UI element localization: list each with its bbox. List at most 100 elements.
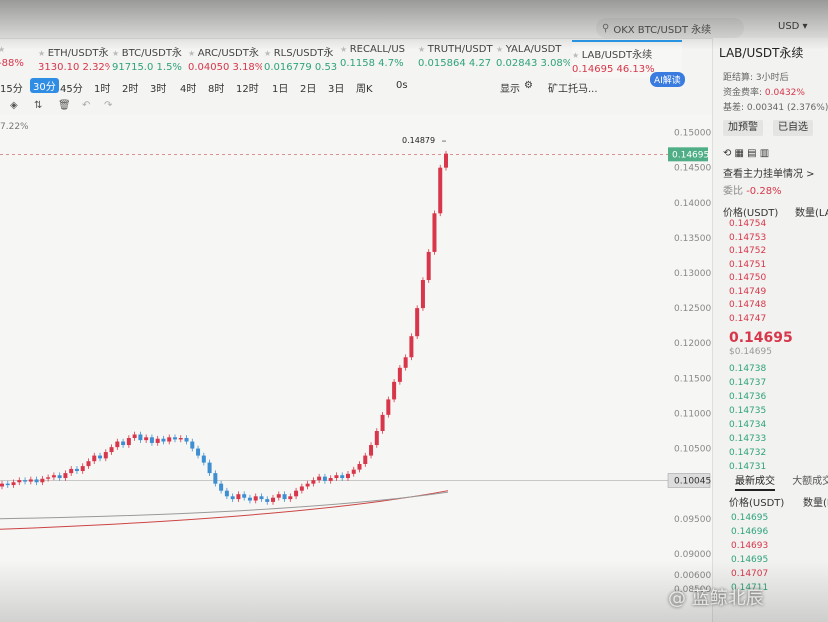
candle-body [380, 414, 385, 431]
redo-icon[interactable]: ↷ [104, 100, 112, 111]
ask-price[interactable]: 0.14750 [729, 273, 766, 283]
depth-link[interactable]: 查看主力挂单情况 > [723, 165, 815, 180]
trades-col-qty: 数量(L [803, 498, 828, 509]
tool-row: ◈ ⇅ 🗑 ↶ ↷ [0, 96, 700, 116]
candle-body [438, 167, 443, 214]
timeframe-option[interactable]: 3时 [150, 80, 166, 95]
ask-price[interactable]: 0.14747 [729, 314, 766, 324]
candle-body [328, 478, 333, 481]
timeframe-option[interactable]: 3日 [328, 80, 344, 95]
layout-icons[interactable]: ⟲ ▦ ▤ ▥ [723, 148, 769, 159]
timeframe-option[interactable]: 12时 [236, 80, 259, 95]
currency-selector[interactable]: USD ▾ [778, 21, 808, 32]
y-tick-label: 0.09000 [674, 550, 711, 560]
bid-price[interactable]: 0.14735 [729, 406, 766, 416]
tab-large-trades[interactable]: 大额成交 [792, 476, 828, 487]
ask-price[interactable]: 0.14748 [729, 300, 766, 310]
candle-body [201, 455, 206, 463]
candle-body [219, 483, 224, 491]
y-tick-label: 0.11500 [674, 374, 711, 384]
candle-body [63, 473, 68, 479]
timeframe-option[interactable]: 0s [396, 80, 408, 91]
bid-price[interactable]: 0.14732 [729, 448, 766, 458]
candle-body [178, 438, 183, 440]
timeframe-option[interactable]: 周K [356, 80, 373, 95]
funding-rate: 资金费率: 0.0432% [723, 88, 805, 98]
settings-icon[interactable]: ⚙ [524, 80, 533, 91]
bid-price[interactable]: 0.14737 [729, 378, 766, 388]
tab-latest-trades[interactable]: 最新成交 [735, 476, 775, 491]
search-icon: ⚲ [602, 22, 610, 34]
ask-price[interactable]: 0.14752 [729, 246, 766, 256]
ticker-tab[interactable]: -88% [0, 40, 36, 76]
candle-body [23, 480, 28, 482]
candle-body [69, 468, 74, 474]
timeframe-option[interactable]: 2时 [122, 80, 138, 95]
timeframe-option[interactable]: 15分 [0, 80, 23, 95]
timeframe-option[interactable]: 30分 [30, 78, 59, 93]
ask-price[interactable]: 0.14753 [729, 233, 766, 243]
ticker-tab[interactable]: RLS/USDT永 0.016779 0.53 [264, 40, 338, 76]
candle-body [415, 308, 420, 337]
candle-body [115, 441, 120, 448]
candle-body [230, 496, 235, 500]
ticker-tab[interactable]: ETH/USDT永 3130.10 2.32% [38, 40, 110, 76]
bid-price[interactable]: 0.14734 [729, 420, 766, 430]
ticker-tab[interactable]: YALA/USDT 0.02843 3.08% [496, 40, 570, 76]
y-tick-label: 0.10500 [674, 445, 711, 455]
last-price: 0.14695 [729, 330, 793, 346]
price-chart[interactable]: 0.15000 0.14500 0.14000 0.13500 0.13000 0.125… [0, 115, 712, 622]
timeframe-option[interactable]: 8时 [208, 80, 224, 95]
bid-price[interactable]: 0.14738 [729, 364, 766, 374]
ask-price[interactable]: 0.14754 [729, 219, 766, 229]
ticker-tab[interactable]: TRUTH/USDT 0.015864 4.27 [418, 40, 494, 76]
trade-tabs: 最新成交 大额成交 [735, 472, 828, 491]
candle-body [161, 438, 166, 442]
order-ratio: 委比 -0.28% [723, 186, 782, 197]
timeframe-option[interactable]: 45分 [60, 80, 83, 95]
y-tick-label: 0.00600 [674, 571, 711, 581]
ask-price[interactable]: 0.14751 [729, 260, 766, 270]
ticker-tab[interactable]: ARC/USDT永 0.04050 3.18% [188, 40, 262, 76]
ticker-tab[interactable]: BTC/USDT永 91715.0 1.5% [112, 40, 186, 76]
candle-body [340, 475, 345, 479]
ticker-tab[interactable]: RECALL/US 0.1158 4.7% [340, 40, 416, 76]
ticker-name: YALA/USDT [496, 44, 570, 55]
ask-price[interactable]: 0.14749 [729, 287, 766, 297]
search-input[interactable]: ⚲ OKX BTC/USDT 永续 [596, 18, 744, 38]
bid-price[interactable]: 0.14731 [729, 462, 766, 472]
candle-body [317, 476, 322, 481]
miner-link[interactable]: 矿工托马... [548, 80, 598, 95]
candle-body [236, 494, 241, 500]
alert-button[interactable]: 加预警 [723, 120, 763, 136]
ticker-name: RECALL/US [340, 44, 416, 55]
display-toggle[interactable]: 显示 [500, 80, 520, 95]
undo-icon[interactable]: ↶ [82, 100, 90, 111]
trade-price: 0.14707 [731, 569, 769, 579]
ticker-name: RLS/USDT永 [264, 44, 338, 59]
candle-body [311, 480, 316, 484]
timeframe-option[interactable]: 2日 [300, 80, 316, 95]
favorite-button[interactable]: 已自选 [773, 120, 813, 136]
ai-badge[interactable]: AI解读 [650, 72, 685, 87]
indicator-icon[interactable]: ◈ [10, 100, 18, 111]
timeframe-option[interactable]: 1时 [94, 80, 110, 95]
trade-price: 0.14693 [731, 541, 769, 551]
trade-price: 0.14696 [731, 527, 769, 537]
timeframe-option[interactable]: 1日 [272, 80, 288, 95]
bid-price[interactable]: 0.14736 [729, 392, 766, 402]
timeframe-bar: 显示 ⚙ 矿工托马... 15分 30分 45分 1时 2时 3时 4时 8时 12时 1日 2日 3… [0, 76, 700, 96]
candle-body [345, 473, 350, 479]
candle-body [28, 479, 33, 482]
countdown: 距结算: 3小时后 [723, 73, 789, 83]
drag-icon[interactable]: ⇅ [34, 100, 42, 111]
ticker-name: ETH/USDT永 [38, 44, 110, 59]
trash-icon[interactable]: 🗑 [58, 100, 71, 111]
candle-body [357, 464, 362, 470]
candle-body [432, 213, 437, 252]
bid-price[interactable]: 0.14733 [729, 434, 766, 444]
timeframe-option[interactable]: 4时 [180, 80, 196, 95]
candlestick-chart[interactable]: 0.15000 0.14500 0.14000 0.13500 0.13000 0.125… [0, 115, 712, 622]
app-window: ⚲ OKX BTC/USDT 永续 USD ▾ -88% ETH/USDT永 313… [0, 0, 828, 622]
candle-body [207, 462, 212, 474]
